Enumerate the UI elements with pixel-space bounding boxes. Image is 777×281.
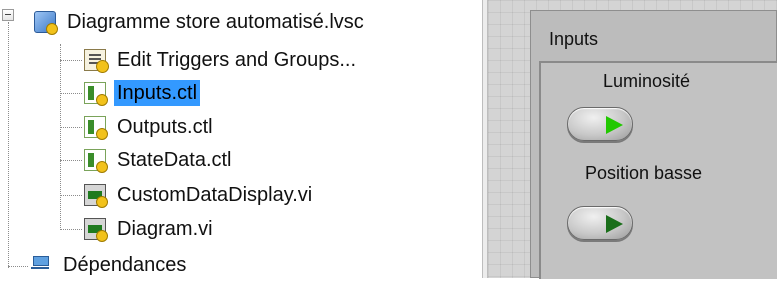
tree-connector-line: [8, 22, 9, 268]
statechart-project-icon: [34, 11, 58, 35]
luminosite-label: Luminosité: [603, 71, 691, 91]
tree-item-label: Inputs.ctl: [114, 80, 201, 106]
tree-item-customdatadisplay-vi[interactable]: CustomDataDisplay.vi: [84, 179, 315, 211]
tree-connector-line: [8, 266, 28, 267]
vi-file-icon: [84, 218, 108, 242]
cluster-title: Inputs: [549, 29, 599, 49]
triggers-icon: [84, 49, 109, 73]
tree-item-diagram-vi[interactable]: Diagram.vi: [84, 213, 216, 245]
tree-item-label: StateData.ctl: [117, 149, 232, 171]
luminosite-led-button[interactable]: [567, 107, 633, 141]
tree-item-label: Dépendances: [63, 254, 187, 276]
tree-connector-line: [60, 195, 82, 196]
tree-item-outputs-ctl[interactable]: Outputs.ctl: [84, 111, 216, 143]
tree-item-dependencies[interactable]: Dépendances: [30, 249, 189, 281]
control-file-icon: [84, 149, 108, 173]
tree-connector-line: [60, 93, 82, 94]
position-basse-label: Position basse: [585, 163, 703, 183]
tree-item-label: Outputs.ctl: [117, 116, 213, 138]
control-file-icon: [84, 82, 108, 106]
tree-connector-line: [60, 60, 82, 61]
tree-item-project[interactable]: Diagramme store automatisé.lvsc: [34, 6, 367, 38]
dependencies-icon: [30, 254, 52, 276]
tree-item-label: Diagramme store automatisé.lvsc: [67, 11, 364, 33]
tree-connector-line: [60, 127, 82, 128]
tree-item-label: Edit Triggers and Groups...: [117, 49, 357, 71]
project-tree: Diagramme store automatisé.lvsc Edit Tri…: [0, 0, 482, 278]
cluster-body: Luminosité Position basse: [539, 61, 777, 279]
tree-connector-line: [60, 160, 82, 161]
tree-item-inputs-ctl[interactable]: Inputs.ctl: [84, 77, 201, 109]
tree-item-label: Diagram.vi: [117, 218, 213, 240]
tree-connector-line: [60, 229, 82, 230]
led-on-indicator-icon: [606, 116, 623, 134]
led-off-indicator-icon: [606, 215, 623, 233]
inputs-cluster: Inputs Luminosité Position basse: [530, 10, 777, 279]
front-panel: Inputs Luminosité Position basse: [488, 0, 777, 279]
collapse-toggle[interactable]: [2, 9, 14, 21]
control-file-icon: [84, 116, 108, 140]
tree-item-edit-triggers[interactable]: Edit Triggers and Groups...: [84, 44, 359, 76]
tree-item-statedata-ctl[interactable]: StateData.ctl: [84, 144, 235, 176]
position-basse-led-button[interactable]: [567, 206, 633, 240]
tree-connector-line: [60, 44, 61, 230]
tree-item-label: CustomDataDisplay.vi: [117, 184, 313, 206]
vi-file-icon: [84, 184, 108, 208]
